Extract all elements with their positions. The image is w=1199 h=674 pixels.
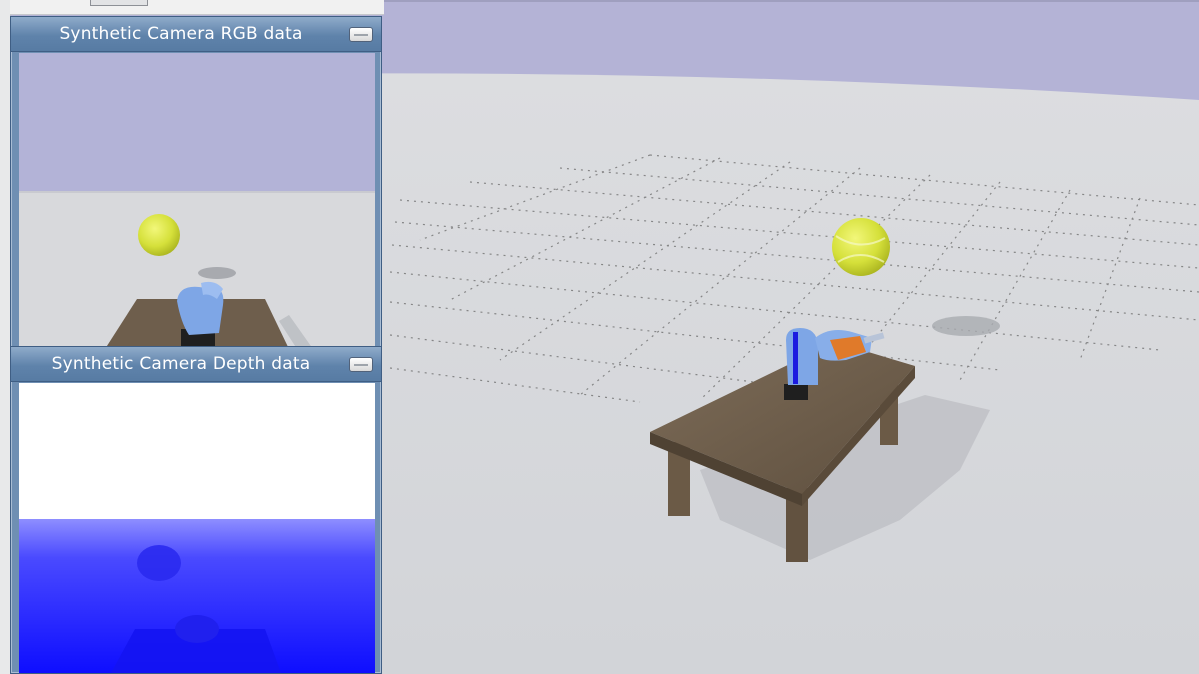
depth-panel-titlebar[interactable]: Synthetic Camera Depth data bbox=[11, 347, 381, 382]
minimize-icon[interactable] bbox=[349, 357, 373, 372]
depth-camera-panel[interactable]: Synthetic Camera Depth data bbox=[10, 346, 382, 674]
depth-panel-title: Synthetic Camera Depth data bbox=[51, 354, 311, 374]
tab-handle[interactable] bbox=[90, 0, 148, 6]
rgb-camera-panel[interactable]: Synthetic Camera RGB data bbox=[10, 16, 382, 350]
minimize-icon[interactable] bbox=[349, 27, 373, 42]
rgb-panel-titlebar[interactable]: Synthetic Camera RGB data bbox=[11, 17, 381, 52]
rgb-image bbox=[19, 53, 375, 349]
tennis-ball bbox=[832, 218, 890, 276]
rgb-panel-title: Synthetic Camera RGB data bbox=[59, 24, 303, 44]
top-tab-bar bbox=[10, 0, 384, 15]
depth-camera-view bbox=[19, 383, 375, 673]
depth-image bbox=[19, 383, 375, 673]
rgb-camera-view bbox=[19, 53, 375, 349]
